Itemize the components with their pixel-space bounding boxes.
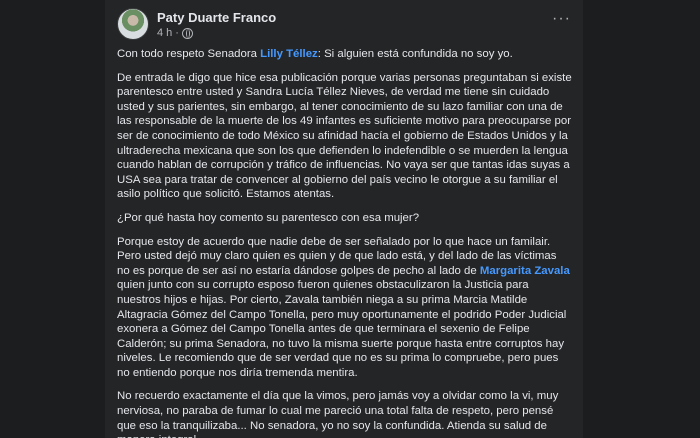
author-name[interactable]: Paty Duarte Franco: [157, 10, 276, 25]
post-time[interactable]: 4 h: [157, 27, 172, 39]
meta-separator: ·: [175, 27, 179, 39]
post-body: Con todo respeto Senadora Lilly Téllez: …: [117, 47, 572, 438]
post-card: Paty Duarte Franco 4 h · ··· Con todo re…: [105, 0, 583, 438]
post-paragraph: Con todo respeto Senadora Lilly Téllez: …: [117, 47, 572, 62]
globe-icon: [181, 27, 193, 39]
post-paragraph: Porque estoy de acuerdo que nadie debe d…: [117, 235, 572, 381]
mention-link[interactable]: Margarita Zavala: [480, 265, 570, 277]
paragraph-text: Con todo respeto Senadora: [117, 48, 261, 60]
author-avatar[interactable]: [117, 8, 149, 40]
mention-link[interactable]: Lilly Téllez: [260, 48, 318, 60]
post-paragraph: De entrada le digo que hice esa publicac…: [117, 71, 572, 201]
post-paragraph: No recuerdo exactamente el día que la vi…: [117, 390, 559, 438]
more-options-icon[interactable]: ···: [552, 11, 571, 27]
paragraph-text: quien junto con su corrupto esposo fuero…: [117, 279, 567, 379]
post-meta: 4 h ·: [157, 27, 193, 39]
post-paragraph: ¿Por qué hasta hoy comento su parentesco…: [117, 211, 420, 224]
post-header: Paty Duarte Franco 4 h · ···: [117, 6, 571, 42]
paragraph-text: : Si alguien está confundida no soy yo.: [317, 48, 513, 60]
